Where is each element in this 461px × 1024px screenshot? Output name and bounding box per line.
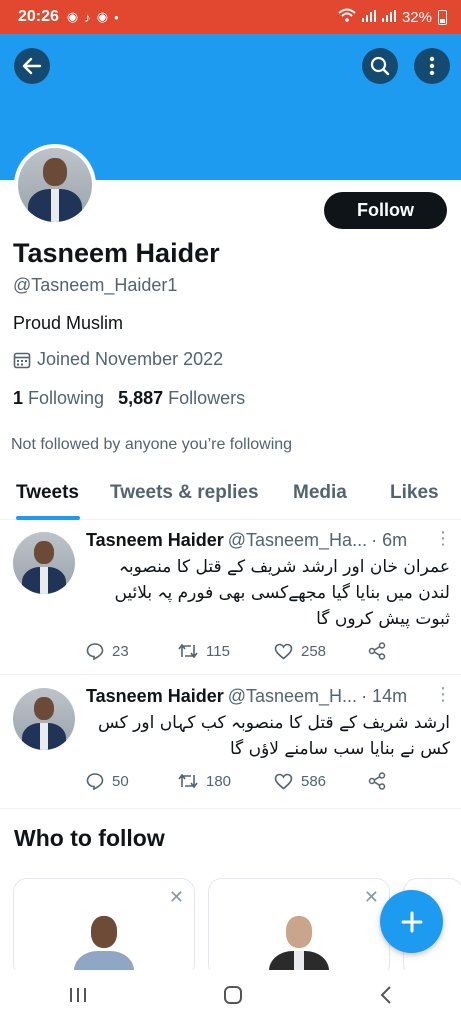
status-time: 20:26 xyxy=(18,8,59,25)
back-button[interactable] xyxy=(14,48,50,84)
profile-name: Tasneem Haider xyxy=(13,238,220,268)
tweet-actions: 23 115 258 xyxy=(86,642,386,660)
who-to-follow-title: Who to follow xyxy=(14,825,165,851)
system-back-button[interactable] xyxy=(379,985,393,1010)
heart-icon xyxy=(274,773,293,790)
tweet-author-handle: @Tasneem_Ha... xyxy=(227,530,368,550)
retweet-icon xyxy=(178,773,198,789)
tab-tweets[interactable]: Tweets xyxy=(16,482,79,504)
chrome-icon: ◉ xyxy=(66,9,79,24)
share-icon xyxy=(368,642,386,660)
dot-icon: • xyxy=(114,9,119,25)
search-icon xyxy=(370,56,390,76)
profile-avatar[interactable] xyxy=(14,144,96,226)
reply-button[interactable]: 23 xyxy=(86,642,178,660)
tweet-avatar[interactable] xyxy=(13,532,75,594)
suggestion-avatar xyxy=(63,905,145,977)
follow-stats: 1 Following 5,887 Followers xyxy=(13,388,245,409)
signal-icon xyxy=(361,9,376,26)
tweet-more-icon[interactable]: ⋮ xyxy=(434,528,452,549)
search-button[interactable] xyxy=(362,48,398,84)
retweet-button[interactable]: 180 xyxy=(178,773,274,790)
share-button[interactable] xyxy=(368,772,386,790)
reply-icon xyxy=(86,643,104,660)
plus-icon xyxy=(401,911,422,932)
close-icon[interactable]: ✕ xyxy=(364,887,379,908)
recent-apps-icon xyxy=(69,987,86,1002)
retweet-icon xyxy=(178,643,198,659)
more-vertical-icon xyxy=(429,56,435,76)
tweet-actions: 50 180 586 xyxy=(86,772,386,790)
profile-handle: @Tasneem_Haider1 xyxy=(13,275,178,295)
tweet-text: عمران خان اور ارشد شریف کے قتل کا منصوبہ… xyxy=(114,557,450,629)
arrow-left-icon xyxy=(22,57,42,75)
tweet-time: · 14m xyxy=(361,686,408,706)
tweet-more-icon[interactable]: ⋮ xyxy=(434,684,452,705)
share-icon xyxy=(368,772,386,790)
suggestion-avatar xyxy=(258,905,340,977)
follow-button[interactable]: Follow xyxy=(324,192,447,229)
chrome-icon: ◉ xyxy=(96,9,109,24)
battery-percent: 32% xyxy=(401,8,432,26)
tab-tweets-replies[interactable]: Tweets & replies xyxy=(110,482,259,504)
tweet-author-handle: @Tasneem_H... xyxy=(227,686,358,706)
tiktok-icon: ♪ xyxy=(84,9,91,25)
suggestion-card[interactable]: ✕ xyxy=(13,878,195,978)
tweet-author-name: Tasneem Haider xyxy=(86,530,224,550)
suggestion-card[interactable]: ✕ xyxy=(208,878,390,978)
tweet-avatar[interactable] xyxy=(13,688,75,750)
tab-likes[interactable]: Likes xyxy=(390,482,439,504)
compose-tweet-button[interactable] xyxy=(380,890,443,953)
profile-bio: Proud Muslim xyxy=(13,313,124,333)
battery-icon xyxy=(438,9,447,25)
heart-icon xyxy=(274,643,293,660)
followers-link[interactable]: 5,887 Followers xyxy=(118,388,245,409)
tweet-header: Tasneem Haider @Tasneem_H... · 14m xyxy=(86,686,407,707)
tab-media[interactable]: Media xyxy=(293,482,347,504)
retweet-button[interactable]: 115 xyxy=(178,643,274,660)
chevron-left-icon xyxy=(380,985,391,1004)
like-button[interactable]: 586 xyxy=(274,773,368,790)
like-button[interactable]: 258 xyxy=(274,643,368,660)
joined-label: Joined November 2022 xyxy=(37,349,224,369)
tweet-time: · 6m xyxy=(371,530,408,550)
not-followed-note: Not followed by anyone you’re following xyxy=(11,436,293,453)
close-icon[interactable]: ✕ xyxy=(169,887,184,908)
status-bar: 20:26 ◉ ♪ ◉ • 32% xyxy=(0,0,461,34)
wifi-icon xyxy=(338,8,356,26)
more-options-button[interactable] xyxy=(414,48,450,84)
joined-date: Joined November 2022 xyxy=(13,349,223,370)
tweet-text: ارشد شریف کے قتل کا منصوبہ کب کہاں اور ک… xyxy=(97,713,450,759)
calendar-icon xyxy=(13,352,31,368)
android-nav-bar xyxy=(0,970,461,1024)
following-link[interactable]: 1 Following xyxy=(13,388,104,409)
tweet-header: Tasneem Haider @Tasneem_Ha... · 6m xyxy=(86,530,407,551)
reply-button[interactable]: 50 xyxy=(86,772,178,790)
profile-tabs: Tweets Tweets & replies Media Likes xyxy=(0,470,461,520)
tweet[interactable]: Tasneem Haider @Tasneem_H... · 14m ⋮ ارش… xyxy=(0,676,461,809)
reply-icon xyxy=(86,773,104,790)
home-icon xyxy=(224,985,243,1004)
signal-icon xyxy=(381,9,396,26)
recent-apps-button[interactable] xyxy=(68,986,88,1009)
home-button[interactable] xyxy=(223,985,243,1010)
share-button[interactable] xyxy=(368,642,386,660)
tweet-author-name: Tasneem Haider xyxy=(86,686,224,706)
tweet[interactable]: Tasneem Haider @Tasneem_Ha... · 6m ⋮ عمر… xyxy=(0,520,461,675)
